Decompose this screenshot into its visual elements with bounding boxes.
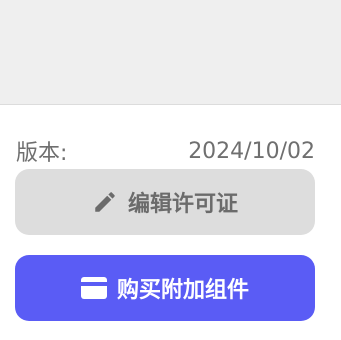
version-label: 版本:: [16, 141, 68, 166]
pencil-icon: [92, 189, 118, 215]
credit-card-icon: [80, 277, 107, 299]
version-row: 版本: 2024/10/02: [16, 136, 315, 167]
version-value: 2024/10/02: [188, 138, 315, 164]
edit-license-button[interactable]: 编辑许可证: [15, 169, 315, 235]
buy-addons-button[interactable]: 购买附加组件: [15, 255, 315, 321]
top-panel: [0, 0, 341, 105]
edit-license-label: 编辑许可证: [127, 192, 238, 217]
buy-addons-label: 购买附加组件: [116, 278, 249, 303]
